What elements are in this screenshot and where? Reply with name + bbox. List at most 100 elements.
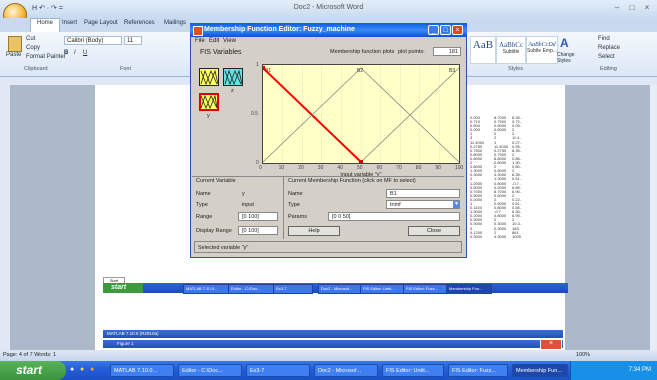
mf-maximize-button[interactable]: □: [440, 25, 451, 35]
replace-button[interactable]: Replace: [598, 45, 620, 51]
cut-button[interactable]: Cut: [26, 36, 35, 42]
var-type-label: Type: [196, 202, 208, 208]
style-subtle-label: Subtle Emp...: [527, 48, 558, 54]
current-mf-header: Current Membership Function (click on MF…: [288, 178, 416, 184]
style-subtitle-label: Subtitle: [502, 49, 520, 55]
figure-close-button[interactable]: ×: [540, 339, 562, 350]
inner-task-matlab: MATLAB 7.10.0...: [183, 284, 229, 294]
taskbar-fis-untitled[interactable]: FIS Editor: Untit...: [382, 364, 444, 377]
selected-variable-status: Selected variable "y": [194, 241, 462, 253]
taskbar-fis-fuzzy[interactable]: FIS Editor: Fuzz...: [448, 364, 508, 377]
close-button[interactable]: Close: [408, 226, 460, 236]
panel-divider: [192, 176, 464, 177]
chevron-down-icon[interactable]: ▼: [453, 201, 460, 208]
copy-button[interactable]: Copy: [26, 45, 40, 51]
mf-menu-bar: File Edit View: [192, 37, 464, 46]
input-variable-y-box[interactable]: [199, 93, 219, 111]
mf-plot-svg[interactable]: B1 B2 B3: [261, 65, 460, 164]
quick-access-toolbar[interactable]: H ↶ · ↷ =: [30, 4, 63, 12]
output-variable-box[interactable]: [223, 68, 243, 86]
mf-label[interactable]: B2: [357, 68, 363, 74]
change-styles-icon[interactable]: A: [560, 36, 576, 50]
y-tick-05: 0.5: [251, 111, 258, 117]
taskbar-ex37[interactable]: Ex3-7: [246, 364, 310, 377]
taskbar-matlab[interactable]: MATLAB 7.10.0...: [110, 364, 174, 377]
x-tick: 30: [317, 165, 324, 171]
vertical-scrollbar[interactable]: [650, 85, 657, 350]
mf-vertex-marker[interactable]: [359, 160, 363, 164]
current-variable-header: Current Variable: [196, 178, 236, 184]
var-name-value: y: [242, 191, 245, 197]
system-tray-clock[interactable]: 7:34 PM: [570, 361, 657, 380]
data-cell: 0.3000: [470, 233, 483, 239]
mf-label[interactable]: B3: [449, 68, 455, 74]
page-count-status: Page: 4 of 7 Words: 1: [3, 352, 57, 358]
word-minimize-button[interactable]: –: [610, 2, 624, 13]
mf-minimize-button[interactable]: _: [428, 25, 439, 35]
word-maximize-button[interactable]: □: [625, 2, 639, 13]
inner-task-fis-fuzzy: FIS Editor: Fuzz...: [403, 284, 449, 294]
mf-vertex-marker[interactable]: [261, 66, 265, 70]
change-styles-button[interactable]: Change Styles: [557, 52, 581, 64]
word-close-button[interactable]: ×: [640, 2, 654, 13]
x-tick: 70: [396, 165, 402, 171]
start-button[interactable]: start: [0, 361, 66, 380]
mf-label[interactable]: B1: [265, 68, 271, 74]
paste-button[interactable]: Paste: [6, 52, 21, 58]
menu-edit[interactable]: Edit: [209, 37, 219, 46]
style-heading-sample: AaB: [472, 39, 494, 51]
tab-insert[interactable]: Insert: [62, 20, 77, 26]
tab-references[interactable]: References: [124, 20, 155, 26]
format-painter-button[interactable]: Format Painter: [26, 54, 66, 60]
fis-variables-label: FIS Variables: [200, 49, 242, 56]
plot-points-label: plot points:: [398, 49, 425, 55]
input-variable-box[interactable]: [199, 68, 219, 86]
underline-button[interactable]: U: [83, 50, 87, 56]
quick-launch-icon[interactable]: ●: [90, 366, 94, 373]
word-title-bar: Doc2 - Microsoft Word: [0, 0, 657, 18]
input-mf-icon: [200, 69, 219, 86]
x-tick: 50: [357, 165, 363, 171]
mf-name-input[interactable]: B1: [386, 189, 460, 198]
zoom-level[interactable]: 100%: [576, 350, 590, 361]
taskbar-membership[interactable]: Membership Fun...: [512, 364, 568, 377]
font-size-select[interactable]: 11: [124, 36, 142, 45]
italic-button[interactable]: I: [74, 50, 76, 56]
inner-task-doc2: Doc2 - Microsof...: [318, 284, 364, 294]
vertical-ruler: [0, 85, 10, 350]
quick-launch-icon[interactable]: ●: [80, 366, 84, 373]
menu-view[interactable]: View: [223, 37, 236, 46]
find-button[interactable]: Find: [598, 36, 610, 42]
mf-plot-area[interactable]: B1 B2 B3: [261, 64, 460, 164]
range-input[interactable]: [0 100]: [238, 212, 278, 221]
style-subtitle[interactable]: AaBbCc Subtitle: [496, 36, 526, 64]
inner-task-membership: Membership Fun...: [446, 284, 492, 294]
editing-group-label: Editing: [600, 66, 617, 72]
font-name-select[interactable]: Calibri (Body): [64, 36, 122, 45]
help-button[interactable]: Help: [288, 226, 340, 236]
taskbar-doc2[interactable]: Doc2 - Microsof...: [314, 364, 378, 377]
taskbar-editor[interactable]: Editor - C:\Doc...: [178, 364, 242, 377]
figure-window-strip[interactable]: Figure 1: [103, 340, 563, 348]
paste-icon[interactable]: [8, 36, 22, 52]
select-button[interactable]: Select: [598, 54, 615, 60]
x-tick: 60: [376, 165, 383, 171]
mf-editor-title: Membership Function Editor: Fuzzy_machin…: [190, 23, 467, 37]
bold-button[interactable]: B: [64, 50, 68, 56]
tab-home[interactable]: Home: [30, 18, 61, 32]
font-group-label: Font: [120, 66, 132, 72]
mf-params-input[interactable]: [0 0 50]: [328, 212, 460, 221]
tab-mailings[interactable]: Mailings: [164, 20, 186, 26]
tab-page-layout[interactable]: Page Layout: [84, 20, 118, 26]
style-heading[interactable]: AaB: [470, 36, 496, 64]
var-range-label: Range: [196, 214, 213, 220]
style-subtle-emphasis[interactable]: AaBbCcDd Subtle Emp...: [526, 36, 558, 64]
plot-points-input[interactable]: 181: [433, 47, 461, 56]
mf-type-select[interactable]: trimf: [386, 200, 460, 209]
matlab-window-strip[interactable]: MATLAB 7.10.0 (R2010a): [103, 330, 563, 338]
mf-close-button[interactable]: ×: [452, 25, 463, 35]
menu-file[interactable]: File: [195, 37, 205, 46]
quick-launch-icon[interactable]: ●: [70, 366, 74, 373]
var-name-label: Name: [196, 191, 211, 197]
display-range-input[interactable]: [0 100]: [238, 226, 278, 235]
